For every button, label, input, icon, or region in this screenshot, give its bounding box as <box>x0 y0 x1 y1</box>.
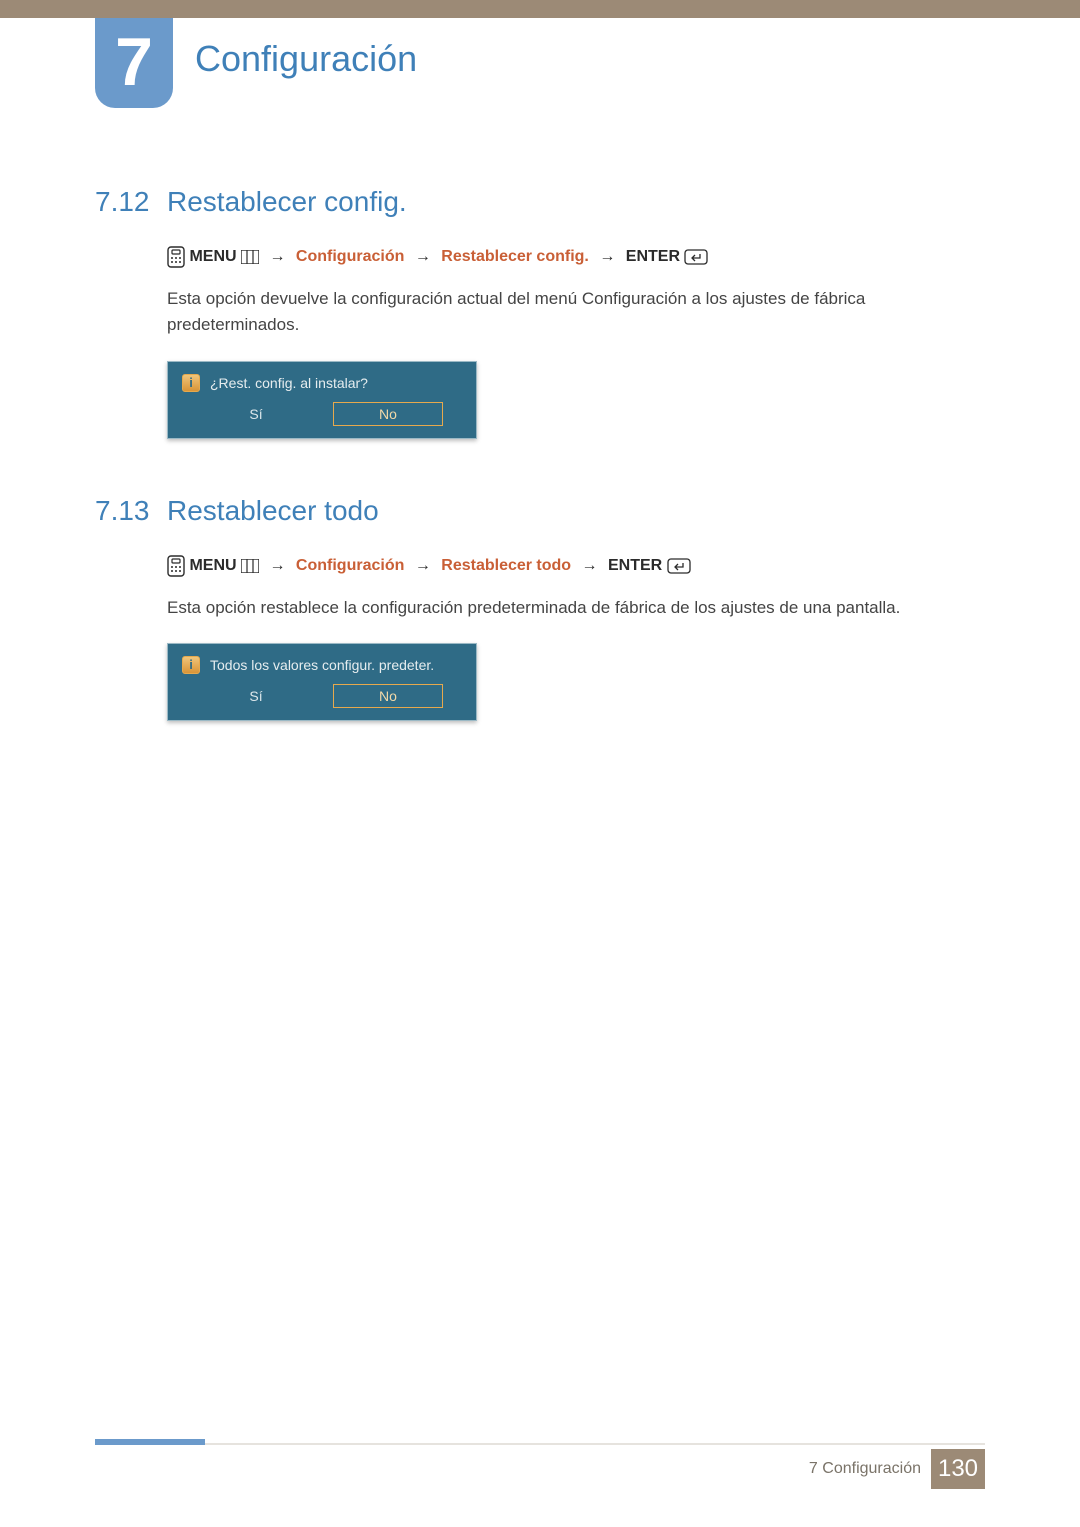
nav-item: Restablecer config. <box>441 248 589 265</box>
dialog-buttons: Sí No <box>176 402 468 426</box>
enter-label: ENTER <box>608 557 662 574</box>
section-heading: 7.13Restablecer todo <box>95 495 985 527</box>
dialog-question: ¿Rest. config. al instalar? <box>210 375 368 391</box>
dialog-header: i Todos los valores configur. predeter. <box>176 652 468 684</box>
section-number: 7.12 <box>95 186 167 218</box>
dialog-yes-button[interactable]: Sí <box>201 684 311 708</box>
enter-icon <box>684 249 708 265</box>
footer-accent-bar <box>95 1439 205 1445</box>
remote-icon <box>167 246 185 268</box>
arrow-icon: → <box>599 248 615 265</box>
section-description: Esta opción devuelve la configuración ac… <box>167 286 985 339</box>
menu-label: MENU <box>189 557 236 574</box>
nav-config: Configuración <box>296 248 404 265</box>
chapter-number: 7 <box>115 24 153 100</box>
section-title: Restablecer todo <box>167 495 379 526</box>
info-icon: i <box>182 656 200 674</box>
footer-chapter-ref: 7 Configuración <box>809 1460 921 1478</box>
dialog-no-button[interactable]: No <box>333 684 443 708</box>
section-title: Restablecer config. <box>167 186 407 217</box>
dialog-header: i ¿Rest. config. al instalar? <box>176 370 468 402</box>
dialog-buttons: Sí No <box>176 684 468 708</box>
section-7-13: 7.13Restablecer todo MENU → Configuració… <box>95 495 985 721</box>
arrow-icon: → <box>269 248 285 265</box>
enter-icon <box>667 558 691 574</box>
section-number: 7.13 <box>95 495 167 527</box>
menu-grid-icon <box>241 250 259 264</box>
section-heading: 7.12Restablecer config. <box>95 186 985 218</box>
enter-label: ENTER <box>626 248 680 265</box>
top-band <box>0 0 1080 18</box>
page-footer: 7 Configuración 130 <box>95 1449 985 1489</box>
arrow-icon: → <box>269 557 285 574</box>
section-7-12: 7.12Restablecer config. MENU → Configura… <box>95 186 985 439</box>
dialog-no-button[interactable]: No <box>333 402 443 426</box>
menu-label: MENU <box>189 248 236 265</box>
chapter-title: Configuración <box>195 38 417 80</box>
section-description: Esta opción restablece la configuración … <box>167 595 985 621</box>
nav-config: Configuración <box>296 557 404 574</box>
confirm-dialog: i ¿Rest. config. al instalar? Sí No <box>167 361 477 439</box>
arrow-icon: → <box>582 557 598 574</box>
info-icon: i <box>182 374 200 392</box>
remote-icon <box>167 555 185 577</box>
dialog-question: Todos los valores configur. predeter. <box>210 657 434 673</box>
arrow-icon: → <box>415 557 431 574</box>
page-content: 7.12Restablecer config. MENU → Configura… <box>95 180 985 777</box>
confirm-dialog: i Todos los valores configur. predeter. … <box>167 643 477 721</box>
nav-item: Restablecer todo <box>441 557 571 574</box>
menu-navigation-path: MENU → Configuración → Restablecer confi… <box>167 246 985 268</box>
arrow-icon: → <box>415 248 431 265</box>
dialog-yes-button[interactable]: Sí <box>201 402 311 426</box>
menu-grid-icon <box>241 559 259 573</box>
chapter-number-tab: 7 <box>95 18 173 108</box>
page-number: 130 <box>931 1449 985 1489</box>
footer-divider <box>95 1443 985 1445</box>
menu-navigation-path: MENU → Configuración → Restablecer todo … <box>167 555 985 577</box>
